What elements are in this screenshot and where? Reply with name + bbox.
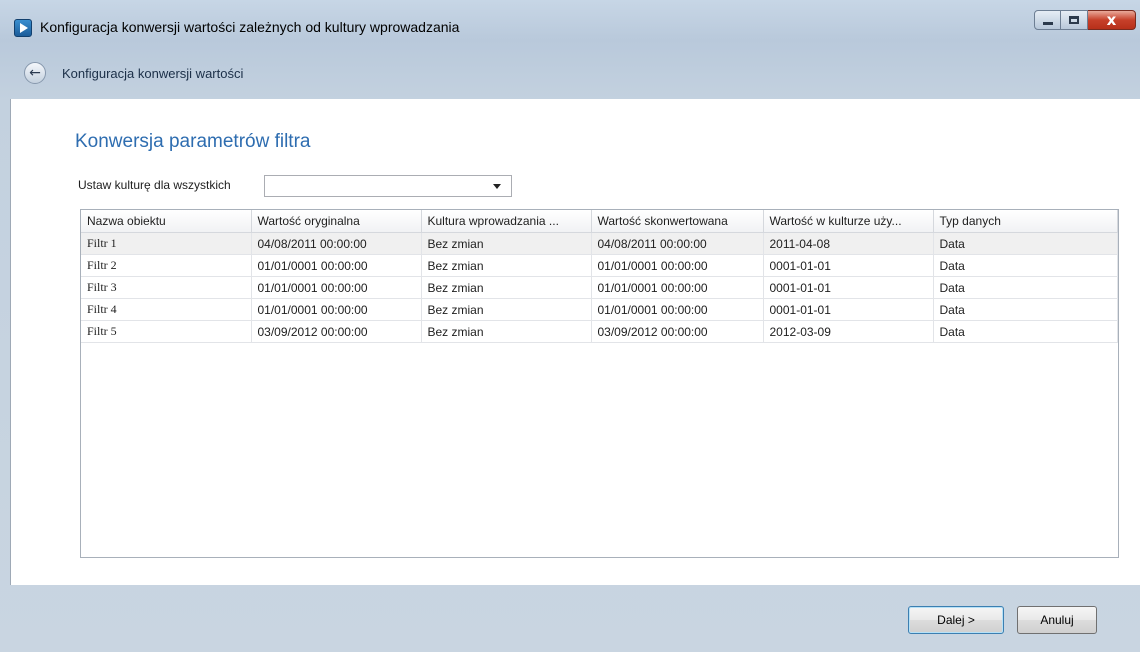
- cell-input-culture[interactable]: Bez zmian: [421, 320, 592, 343]
- culture-label: Ustaw kulturę dla wszystkich: [78, 178, 231, 192]
- cell-user-culture-value[interactable]: 0001-01-01: [763, 276, 934, 299]
- conversion-grid[interactable]: Nazwa obiektu Wartość oryginalna Kultura…: [80, 209, 1119, 558]
- window-title: Konfiguracja konwersji wartości zależnyc…: [40, 19, 460, 35]
- column-header[interactable]: Wartość w kulturze uży...: [763, 210, 934, 233]
- cell-user-culture-value[interactable]: 0001-01-01: [763, 298, 934, 321]
- cell-original-value[interactable]: 04/08/2011 00:00:00: [251, 232, 422, 255]
- cell-user-culture-value[interactable]: 2011-04-08: [763, 232, 934, 255]
- column-header[interactable]: Wartość skonwertowana: [591, 210, 764, 233]
- column-header[interactable]: Kultura wprowadzania ...: [421, 210, 592, 233]
- cell-data-type[interactable]: Data: [933, 232, 1118, 255]
- close-icon: x: [1106, 11, 1117, 29]
- back-button[interactable]: ←: [24, 62, 46, 84]
- table-header-row: Nazwa obiektu Wartość oryginalna Kultura…: [81, 210, 1118, 233]
- cell-user-culture-value[interactable]: 0001-01-01: [763, 254, 934, 277]
- wizard-nav-bar: ← Konfiguracja konwersji wartości: [0, 52, 1140, 92]
- cell-object-name[interactable]: Filtr 1: [81, 232, 252, 255]
- column-header[interactable]: Typ danych: [933, 210, 1118, 233]
- wizard-title: Konfiguracja konwersji wartości: [62, 66, 244, 81]
- window-controls: x: [1034, 10, 1136, 32]
- cell-data-type[interactable]: Data: [933, 276, 1118, 299]
- cell-converted-value[interactable]: 03/09/2012 00:00:00: [591, 320, 764, 343]
- column-header[interactable]: Wartość oryginalna: [251, 210, 422, 233]
- section-title: Konwersja parametrów filtra: [75, 131, 311, 152]
- cell-original-value[interactable]: 01/01/0001 00:00:00: [251, 298, 422, 321]
- cell-user-culture-value[interactable]: 2012-03-09: [763, 320, 934, 343]
- next-button[interactable]: Dalej >: [908, 606, 1004, 634]
- cancel-button[interactable]: Anuluj: [1017, 606, 1097, 634]
- cell-original-value[interactable]: 01/01/0001 00:00:00: [251, 254, 422, 277]
- culture-dropdown[interactable]: [264, 175, 512, 197]
- app-icon: [14, 19, 32, 37]
- cell-input-culture[interactable]: Bez zmian: [421, 254, 592, 277]
- maximize-button[interactable]: [1061, 10, 1088, 30]
- cell-object-name[interactable]: Filtr 3: [81, 276, 252, 299]
- cell-input-culture[interactable]: Bez zmian: [421, 276, 592, 299]
- cell-original-value[interactable]: 01/01/0001 00:00:00: [251, 276, 422, 299]
- column-header[interactable]: Nazwa obiektu: [81, 210, 252, 233]
- cell-data-type[interactable]: Data: [933, 298, 1118, 321]
- cell-object-name[interactable]: Filtr 5: [81, 320, 252, 343]
- conversion-table: Nazwa obiektu Wartość oryginalna Kultura…: [81, 210, 1118, 343]
- table-row[interactable]: Filtr 3 01/01/0001 00:00:00 Bez zmian 01…: [81, 276, 1118, 299]
- title-bar[interactable]: Konfiguracja konwersji wartości zależnyc…: [0, 0, 1140, 46]
- cell-converted-value[interactable]: 01/01/0001 00:00:00: [591, 298, 764, 321]
- cell-object-name[interactable]: Filtr 2: [81, 254, 252, 277]
- window-frame: Konfiguracja konwersji wartości zależnyc…: [0, 0, 1140, 652]
- cell-converted-value[interactable]: 04/08/2011 00:00:00: [591, 232, 764, 255]
- close-button[interactable]: x: [1088, 10, 1136, 30]
- back-arrow-icon: ←: [29, 65, 41, 81]
- chevron-down-icon[interactable]: [493, 184, 501, 189]
- cell-converted-value[interactable]: 01/01/0001 00:00:00: [591, 276, 764, 299]
- cell-converted-value[interactable]: 01/01/0001 00:00:00: [591, 254, 764, 277]
- cell-original-value[interactable]: 03/09/2012 00:00:00: [251, 320, 422, 343]
- table-row[interactable]: Filtr 5 03/09/2012 00:00:00 Bez zmian 03…: [81, 320, 1118, 343]
- table-row[interactable]: Filtr 2 01/01/0001 00:00:00 Bez zmian 01…: [81, 254, 1118, 277]
- wizard-footer: Dalej > Anuluj: [10, 585, 1140, 652]
- cell-input-culture[interactable]: Bez zmian: [421, 232, 592, 255]
- table-row[interactable]: Filtr 1 04/08/2011 00:00:00 Bez zmian 04…: [81, 232, 1118, 255]
- cell-object-name[interactable]: Filtr 4: [81, 298, 252, 321]
- cell-input-culture[interactable]: Bez zmian: [421, 298, 592, 321]
- minimize-button[interactable]: [1034, 10, 1061, 30]
- cell-data-type[interactable]: Data: [933, 320, 1118, 343]
- table-row[interactable]: Filtr 4 01/01/0001 00:00:00 Bez zmian 01…: [81, 298, 1118, 321]
- content-panel: Konwersja parametrów filtra Ustaw kultur…: [10, 99, 1140, 585]
- cell-data-type[interactable]: Data: [933, 254, 1118, 277]
